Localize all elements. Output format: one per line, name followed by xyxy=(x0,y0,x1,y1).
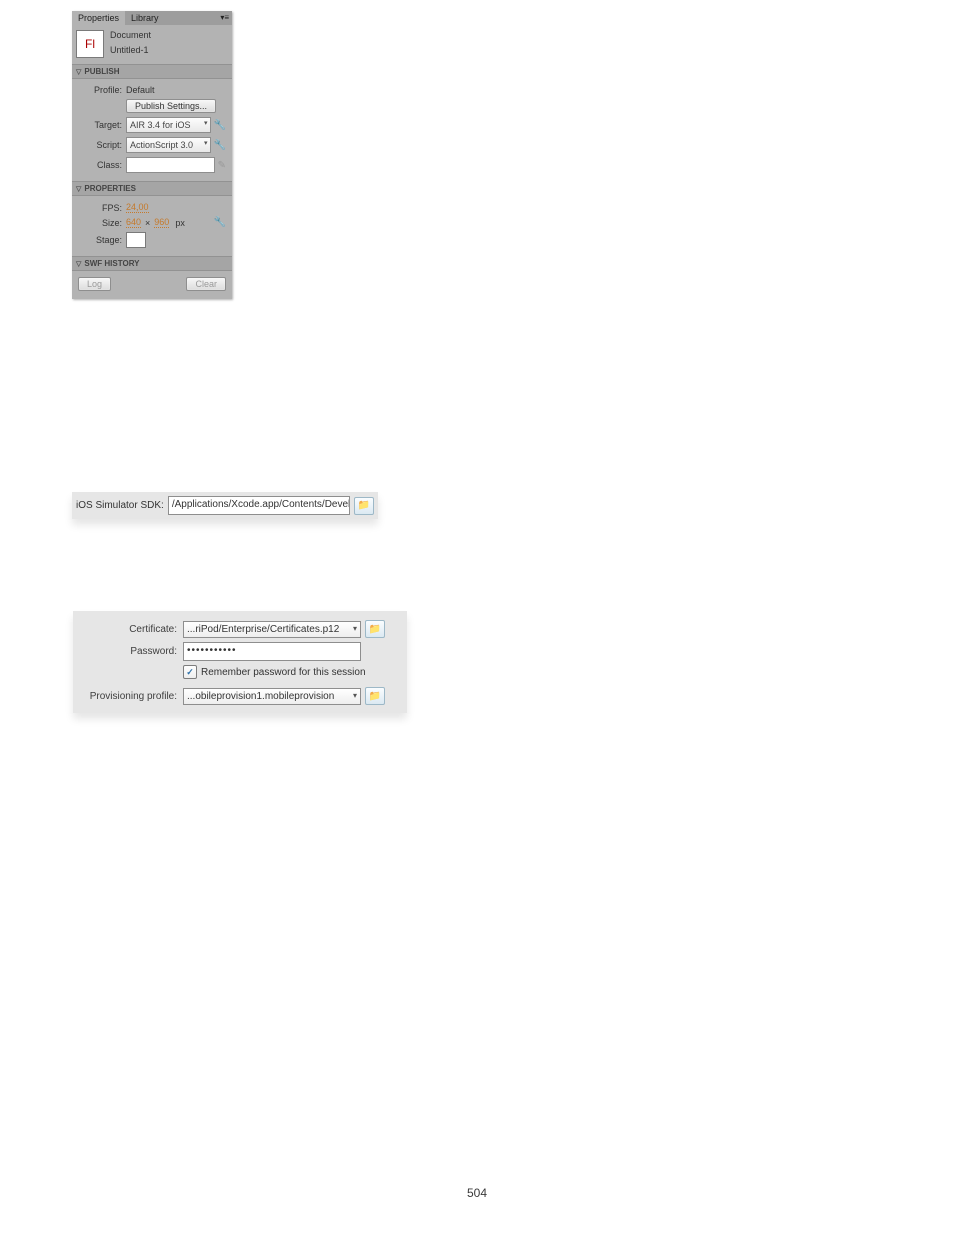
section-properties-head[interactable]: ▽ PROPERTIES xyxy=(72,181,232,196)
target-value: AIR 3.4 for iOS xyxy=(130,120,191,130)
size-width[interactable]: 640 xyxy=(126,217,141,228)
remember-checkbox[interactable]: ✓ xyxy=(183,665,197,679)
page-number: 504 xyxy=(0,1186,954,1200)
size-height[interactable]: 960 xyxy=(154,217,169,228)
target-label: Target: xyxy=(78,120,126,130)
disclosure-icon: ▽ xyxy=(76,185,81,193)
certificate-label: Certificate: xyxy=(81,624,183,635)
provisioning-value: ...obileprovision1.mobileprovision xyxy=(187,691,334,702)
password-input[interactable]: ••••••••••• xyxy=(183,642,361,661)
certificate-dropdown[interactable]: ...riPod/Enterprise/Certificates.p12 ▾ xyxy=(183,621,361,638)
script-dropdown[interactable]: ActionScript 3.0 ▾ xyxy=(126,137,211,153)
ios-sim-label: iOS Simulator SDK: xyxy=(76,500,168,511)
chevron-down-icon: ▾ xyxy=(204,139,208,147)
ios-sim-path-input[interactable]: /Applications/Xcode.app/Contents/Develop… xyxy=(168,496,350,515)
browse-button[interactable]: 📁 xyxy=(365,687,385,705)
section-publish-head[interactable]: ▽ PUBLISH xyxy=(72,64,232,79)
chevron-down-icon: ▾ xyxy=(353,691,357,700)
fps-label: FPS: xyxy=(78,203,126,213)
browse-button[interactable]: 📁 xyxy=(354,497,374,515)
remember-label: Remember password for this session xyxy=(201,667,366,678)
panel-menu-icon[interactable]: ▾≡ xyxy=(220,13,229,22)
section-publish-label: PUBLISH xyxy=(84,67,119,76)
pencil-icon[interactable]: ✎ xyxy=(218,160,226,171)
deployment-section: Certificate: ...riPod/Enterprise/Certifi… xyxy=(73,611,407,713)
section-swf-head[interactable]: ▽ SWF HISTORY xyxy=(72,256,232,271)
wrench-icon[interactable]: 🔧 xyxy=(214,140,226,151)
profile-label: Profile: xyxy=(78,85,126,95)
folder-icon: 📁 xyxy=(358,500,370,511)
provisioning-label: Provisioning profile: xyxy=(81,691,183,702)
script-label: Script: xyxy=(78,140,126,150)
tab-library[interactable]: Library xyxy=(125,11,165,25)
class-label: Class: xyxy=(78,160,126,170)
log-button[interactable]: Log xyxy=(78,277,111,291)
section-swf-label: SWF HISTORY xyxy=(84,259,139,268)
stage-color-swatch[interactable] xyxy=(126,232,146,248)
section-properties-label: PROPERTIES xyxy=(84,184,136,193)
disclosure-icon: ▽ xyxy=(76,260,81,268)
target-dropdown[interactable]: AIR 3.4 for iOS ▾ xyxy=(126,117,211,133)
wrench-icon[interactable]: 🔧 xyxy=(214,217,226,228)
fps-value[interactable]: 24,00 xyxy=(126,202,149,213)
panel-tabs: Properties Library ▾≡ xyxy=(72,11,232,25)
size-x: × xyxy=(145,218,150,228)
tab-properties[interactable]: Properties xyxy=(72,11,125,25)
clear-button[interactable]: Clear xyxy=(186,277,226,291)
provisioning-dropdown[interactable]: ...obileprovision1.mobileprovision ▾ xyxy=(183,688,361,705)
password-label: Password: xyxy=(81,646,183,657)
folder-icon: 📁 xyxy=(369,624,381,635)
chevron-down-icon: ▾ xyxy=(204,119,208,127)
document-section: Fl Document Untitled-1 xyxy=(72,25,232,64)
stage-label: Stage: xyxy=(78,235,126,245)
class-input[interactable] xyxy=(126,157,215,173)
certificate-value: ...riPod/Enterprise/Certificates.p12 xyxy=(187,624,339,635)
ios-simulator-sdk-row: iOS Simulator SDK: /Applications/Xcode.a… xyxy=(72,492,378,519)
script-value: ActionScript 3.0 xyxy=(130,140,193,150)
folder-icon: 📁 xyxy=(369,691,381,702)
properties-panel: Properties Library ▾≡ Fl Document Untitl… xyxy=(72,11,232,299)
browse-button[interactable]: 📁 xyxy=(365,620,385,638)
wrench-icon[interactable]: 🔧 xyxy=(214,120,226,131)
document-name: Untitled-1 xyxy=(110,43,151,58)
publish-settings-button[interactable]: Publish Settings... xyxy=(126,99,216,113)
size-label: Size: xyxy=(78,218,126,228)
disclosure-icon: ▽ xyxy=(76,68,81,76)
flash-doc-icon: Fl xyxy=(76,30,104,58)
profile-value: Default xyxy=(126,85,155,95)
document-type: Document xyxy=(110,28,151,43)
chevron-down-icon: ▾ xyxy=(353,624,357,633)
size-unit: px xyxy=(175,218,185,228)
